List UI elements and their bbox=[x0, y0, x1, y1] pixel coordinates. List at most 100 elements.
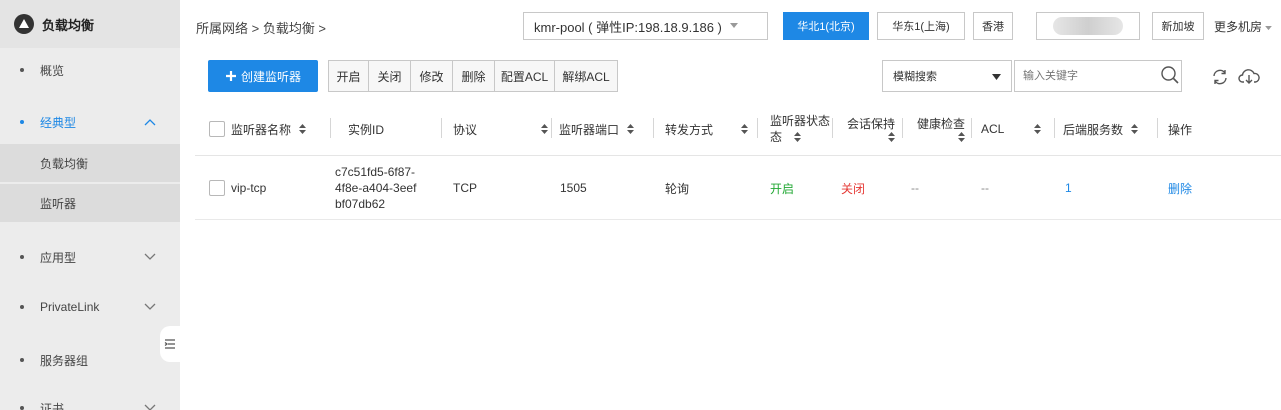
sort-icon[interactable] bbox=[958, 132, 965, 142]
column-separator bbox=[832, 118, 833, 138]
table-header: 监听器名称 实例ID 协议 监听器端口 转发方式 监听器状态 态 会话保持 健康… bbox=[195, 102, 1281, 156]
column-header-backends[interactable]: 后端服务数 bbox=[1063, 102, 1139, 156]
enable-button[interactable]: 开启 bbox=[329, 61, 369, 91]
sort-icon[interactable] bbox=[888, 132, 895, 142]
sidebar-subitem-listener[interactable]: 监听器 bbox=[0, 184, 180, 222]
column-header-instance-id: 实例ID bbox=[348, 102, 384, 156]
column-separator bbox=[330, 118, 331, 138]
sidebar-collapse-toggle[interactable] bbox=[160, 326, 180, 362]
caret-down-icon bbox=[1265, 26, 1273, 31]
column-header-protocol[interactable]: 协议 bbox=[453, 102, 549, 156]
chevron-down-icon bbox=[144, 303, 156, 310]
column-header-status[interactable]: 监听器状态 态 bbox=[770, 102, 830, 156]
checkbox[interactable] bbox=[209, 180, 225, 196]
column-header-label: 监听器名称 bbox=[231, 122, 292, 137]
disable-button[interactable]: 关闭 bbox=[369, 61, 411, 91]
search-type-value: 模糊搜索 bbox=[893, 71, 937, 83]
menu-collapse-icon bbox=[164, 339, 175, 349]
create-listener-button[interactable]: 创建监听器 bbox=[208, 60, 318, 92]
select-all-checkbox[interactable] bbox=[209, 102, 225, 156]
sidebar-item-certificate[interactable]: 证书 bbox=[0, 388, 180, 410]
sidebar-item-privatelink[interactable]: PrivateLink bbox=[0, 287, 180, 327]
column-header-label: 操作 bbox=[1168, 122, 1193, 137]
cloud-download-icon[interactable] bbox=[1238, 66, 1260, 86]
column-header-forward-method[interactable]: 转发方式 bbox=[665, 102, 749, 156]
delete-button[interactable]: 删除 bbox=[453, 61, 495, 91]
sort-icon[interactable] bbox=[794, 132, 802, 142]
bullet-icon bbox=[20, 120, 24, 124]
sidebar-item-classic[interactable]: 经典型 bbox=[0, 102, 180, 142]
port-cell: 1505 bbox=[560, 181, 587, 195]
bullet-icon bbox=[20, 406, 24, 410]
column-header-label: 健康检查 bbox=[916, 117, 965, 131]
column-header-port[interactable]: 监听器端口 bbox=[559, 102, 635, 156]
sort-icon[interactable] bbox=[741, 124, 749, 134]
search-input[interactable] bbox=[1014, 60, 1182, 92]
sidebar: 负载均衡 概览 经典型 负载均衡 监听器 应用型 PrivateLink 服务器… bbox=[0, 0, 180, 410]
top-bar: 所属网络 > 负载均衡 > kmr-pool ( 弹性IP:198.18.9.1… bbox=[180, 0, 1281, 52]
refresh-icon[interactable] bbox=[1211, 68, 1229, 86]
column-header-health-check[interactable]: 健康检查 bbox=[911, 102, 965, 156]
column-separator bbox=[441, 118, 442, 138]
pool-select[interactable]: kmr-pool ( 弹性IP:198.18.9.186 ) bbox=[523, 12, 768, 40]
column-separator bbox=[902, 118, 903, 138]
load-balancer-logo-icon bbox=[14, 14, 34, 34]
column-header-name[interactable]: 监听器名称 bbox=[231, 102, 307, 156]
checkbox[interactable] bbox=[209, 121, 225, 137]
region-button-redacted[interactable] bbox=[1036, 12, 1140, 40]
forward-method-cell: 轮询 bbox=[665, 181, 690, 196]
row-checkbox-cell[interactable] bbox=[209, 156, 225, 220]
bullet-icon bbox=[20, 358, 24, 362]
column-header-label: 实例ID bbox=[348, 122, 385, 137]
caret-down-icon bbox=[729, 23, 738, 28]
sort-icon[interactable] bbox=[541, 124, 549, 134]
column-header-label: 协议 bbox=[453, 122, 478, 137]
sort-icon[interactable] bbox=[299, 124, 307, 134]
sidebar-brand[interactable]: 负载均衡 bbox=[0, 0, 180, 48]
region-label: 华东1(上海) bbox=[892, 21, 950, 33]
delete-row-link[interactable]: 删除 bbox=[1168, 156, 1192, 220]
sidebar-item-overview[interactable]: 概览 bbox=[0, 50, 180, 90]
table-row[interactable]: vip-tcp c7c51fd5-6f87- 4f8e-a404-3eef bf… bbox=[195, 156, 1281, 220]
region-label: 华北1(北京) bbox=[797, 21, 855, 33]
sort-icon[interactable] bbox=[1034, 124, 1042, 134]
search-icon[interactable] bbox=[1160, 65, 1180, 85]
bullet-icon bbox=[20, 255, 24, 259]
sidebar-subitem-label: 负载均衡 bbox=[40, 156, 89, 171]
region-button-singapore[interactable]: 新加坡 bbox=[1152, 12, 1204, 40]
acl-cell: -- bbox=[981, 181, 989, 195]
search-type-select[interactable]: 模糊搜索 bbox=[882, 60, 1012, 92]
configure-acl-button[interactable]: 配置ACL bbox=[495, 61, 555, 91]
pool-select-value: kmr-pool ( 弹性IP:198.18.9.186 ) bbox=[534, 19, 722, 35]
sidebar-item-application[interactable]: 应用型 bbox=[0, 237, 180, 277]
column-header-label: 监听器状态 bbox=[770, 114, 831, 128]
column-header-session[interactable]: 会话保持 bbox=[841, 102, 895, 156]
caret-down-icon bbox=[992, 74, 1001, 80]
region-button-shanghai[interactable]: 华东1(上海) bbox=[877, 12, 965, 40]
region-label: 新加坡 bbox=[1161, 21, 1195, 33]
sort-icon[interactable] bbox=[627, 124, 635, 134]
health-check-cell: -- bbox=[911, 181, 919, 195]
modify-button[interactable]: 修改 bbox=[411, 61, 453, 91]
column-separator bbox=[757, 118, 758, 138]
unbind-acl-button[interactable]: 解绑ACL bbox=[555, 61, 617, 91]
region-button-hongkong[interactable]: 香港 bbox=[973, 12, 1013, 40]
column-header-label: 会话保持 bbox=[846, 117, 895, 131]
instance-id-line: 4f8e-a404-3eef bbox=[335, 181, 417, 195]
region-button-beijing[interactable]: 华北1(北京) bbox=[783, 12, 869, 40]
sidebar-subitem-load-balancer[interactable]: 负载均衡 bbox=[0, 144, 180, 182]
breadcrumb[interactable]: 所属网络 > 负载均衡 > bbox=[196, 18, 326, 37]
column-header-acl[interactable]: ACL bbox=[981, 102, 1042, 156]
sort-icon[interactable] bbox=[1131, 124, 1139, 134]
sidebar-item-label: 概览 bbox=[40, 63, 65, 78]
column-header-label: 后端服务数 bbox=[1063, 122, 1124, 137]
session-keep-cell: 关闭 bbox=[841, 181, 866, 196]
backend-count-link[interactable]: 1 bbox=[1065, 156, 1072, 220]
sidebar-title: 负载均衡 bbox=[42, 17, 95, 33]
sidebar-item-server-group[interactable]: 服务器组 bbox=[0, 340, 180, 380]
sidebar-item-label: PrivateLink bbox=[40, 300, 100, 314]
more-regions-dropdown[interactable]: 更多机房 bbox=[1214, 18, 1273, 35]
more-regions-label: 更多机房 bbox=[1214, 20, 1263, 34]
listener-table: 监听器名称 实例ID 协议 监听器端口 转发方式 监听器状态 态 会话保持 健康… bbox=[195, 102, 1281, 220]
region-label: 香港 bbox=[982, 21, 1004, 33]
